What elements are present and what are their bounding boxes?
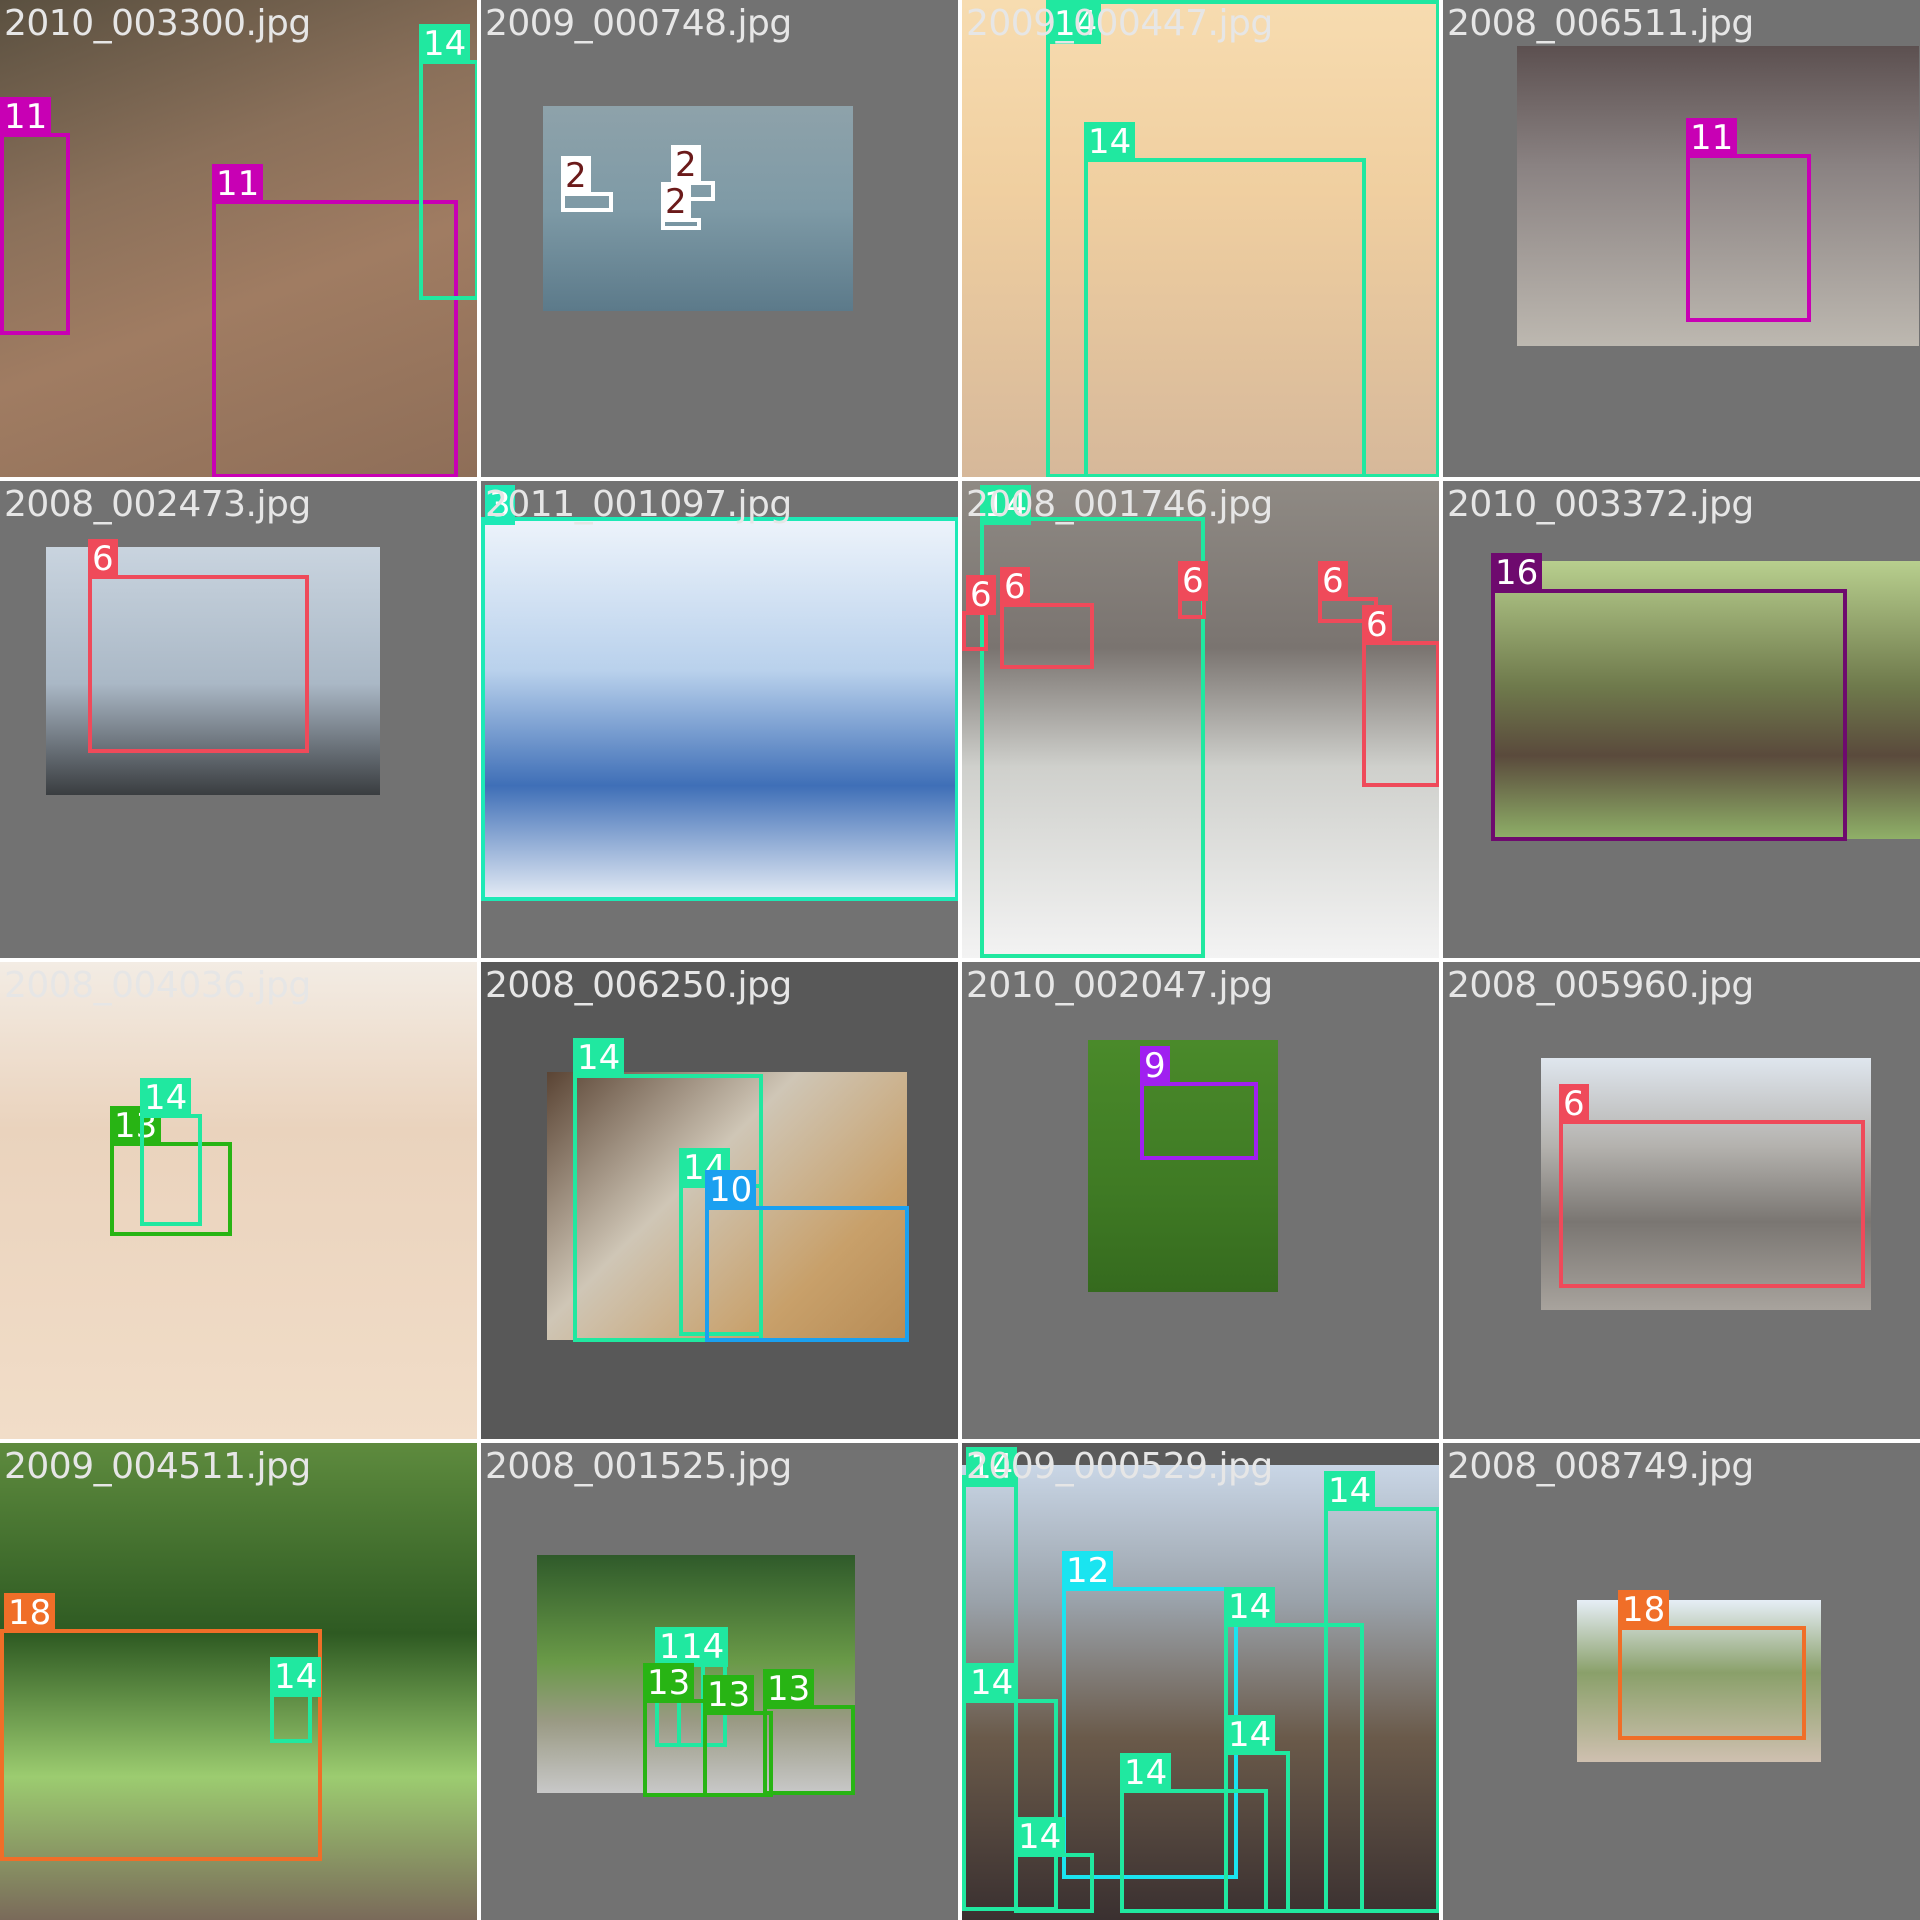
- class-label: 14: [1120, 1753, 1172, 1793]
- class-label: 6: [1000, 567, 1030, 607]
- bbox-car: 6: [1000, 567, 1094, 669]
- class-label: 3: [485, 485, 515, 525]
- class-label: 14: [1224, 1715, 1276, 1755]
- class-label: 14: [270, 1657, 322, 1697]
- class-label: 11: [1686, 118, 1738, 158]
- tile-13: 18 14 2009_004511.jpg: [0, 1443, 477, 1920]
- class-label: 11: [212, 164, 264, 204]
- tile-4: 11 2008_006511.jpg: [1443, 0, 1920, 477]
- class-label: 14: [677, 1627, 729, 1667]
- class-label: 6: [1318, 561, 1348, 601]
- tile-2: 2 2 2 2009_000748.jpg: [481, 0, 958, 477]
- bbox-boat: 3: [481, 485, 958, 901]
- class-label: 14: [1324, 1471, 1376, 1511]
- bbox-car: 6: [962, 575, 996, 651]
- image-filename: 2008_002473.jpg: [4, 484, 311, 525]
- bbox-sheep: 16: [1491, 553, 1847, 841]
- class-label: 13: [643, 1663, 695, 1703]
- bbox-cow: 9: [1140, 1046, 1258, 1160]
- class-label: 14: [140, 1078, 192, 1118]
- class-label: 6: [1362, 605, 1392, 645]
- tile-image: [1088, 1040, 1278, 1292]
- bbox-motorbike: 13: [763, 1669, 855, 1795]
- class-label: 18: [1618, 1590, 1670, 1630]
- bbox-car: 6: [88, 539, 309, 753]
- tile-12: 6 2008_005960.jpg: [1443, 962, 1920, 1439]
- class-label: 9: [1140, 1046, 1170, 1086]
- class-label: 2: [671, 145, 701, 185]
- class-label: 11: [0, 97, 52, 137]
- class-label: 14: [1014, 1817, 1066, 1857]
- bbox-diningtable: 10: [705, 1170, 909, 1342]
- class-label: 12: [1062, 1551, 1114, 1591]
- tile-1: 11 11 14 2010_003300.jpg: [0, 0, 477, 477]
- tile-16: 18 2008_008749.jpg: [1443, 1443, 1920, 1920]
- class-label: 14: [1050, 4, 1102, 44]
- class-label: 10: [705, 1170, 757, 1210]
- tile-10: 14 14 10 2008_006250.jpg: [481, 962, 958, 1439]
- image-filename: 2008_001525.jpg: [485, 1446, 792, 1487]
- bbox-person: 14: [1084, 122, 1366, 477]
- mosaic-grid: 11 11 14 2010_003300.jpg 2 2 2 2009_0007…: [0, 0, 1920, 1920]
- bbox-car: 6: [1178, 561, 1208, 619]
- class-label: 13: [703, 1675, 755, 1715]
- class-label: 13: [763, 1669, 815, 1709]
- bbox-person: 14: [1120, 1753, 1268, 1913]
- bbox-motorbike: 13: [643, 1663, 707, 1797]
- class-label: 6: [1178, 561, 1208, 601]
- tile-3: 14 14 2009_000447.jpg: [962, 0, 1439, 477]
- bbox-dog: 11: [0, 97, 70, 335]
- image-filename: 2010_003372.jpg: [1447, 484, 1754, 525]
- image-filename: 2009_000748.jpg: [485, 3, 792, 44]
- tile-5: 6 2008_002473.jpg: [0, 481, 477, 958]
- class-label: 6: [1559, 1084, 1589, 1124]
- image-filename: 2010_002047.jpg: [966, 965, 1273, 1006]
- class-label: 14: [1084, 122, 1136, 162]
- tile-11: 9 2010_002047.jpg: [962, 962, 1439, 1439]
- bbox-dog: 11: [1686, 118, 1811, 322]
- class-label: 6: [88, 539, 118, 579]
- image-filename: 2008_006511.jpg: [1447, 3, 1754, 44]
- image-filename: 2008_005960.jpg: [1447, 965, 1754, 1006]
- bbox-person: 14: [1014, 1817, 1094, 1913]
- class-label: 6: [966, 575, 996, 615]
- bbox-train: 18: [1618, 1590, 1806, 1740]
- image-filename: 2008_008749.jpg: [1447, 1446, 1754, 1487]
- class-label: 14: [419, 24, 471, 64]
- tile-8: 16 2010_003372.jpg: [1443, 481, 1920, 958]
- class-label: 14: [966, 1663, 1018, 1703]
- class-label: 2: [561, 156, 591, 196]
- bbox-person: 14: [419, 24, 477, 300]
- tile-15: 14 12 14 14 14 14 14 14 2009_000529.jpg: [962, 1443, 1439, 1920]
- tile-image: [0, 962, 477, 1439]
- tile-9: 13 14 2008_004036.jpg: [0, 962, 477, 1439]
- tile-6: 3 2011_001097.jpg: [481, 481, 958, 958]
- class-label: 14: [573, 1038, 625, 1078]
- bbox-person: 14: [270, 1657, 322, 1743]
- bbox-bird: 2: [661, 182, 701, 230]
- image-filename: 2008_006250.jpg: [485, 965, 792, 1006]
- class-label: 14: [1224, 1587, 1276, 1627]
- bbox-person: 14: [140, 1078, 202, 1226]
- bbox-car: 6: [1362, 605, 1439, 787]
- class-label: 18: [4, 1593, 56, 1633]
- class-label: 14: [966, 1447, 1018, 1487]
- tile-14: 14 14 13 13 13 2008_001525.jpg: [481, 1443, 958, 1920]
- class-label: 14: [980, 485, 1032, 525]
- bbox-bird: 2: [561, 156, 613, 212]
- bbox-car: 6: [1559, 1084, 1865, 1288]
- bbox-person: 14: [1324, 1471, 1439, 1913]
- class-label: 16: [1491, 553, 1543, 593]
- class-label: 2: [661, 182, 691, 222]
- tile-7: 14 6 6 6 6 6 2008_001746.jpg: [962, 481, 1439, 958]
